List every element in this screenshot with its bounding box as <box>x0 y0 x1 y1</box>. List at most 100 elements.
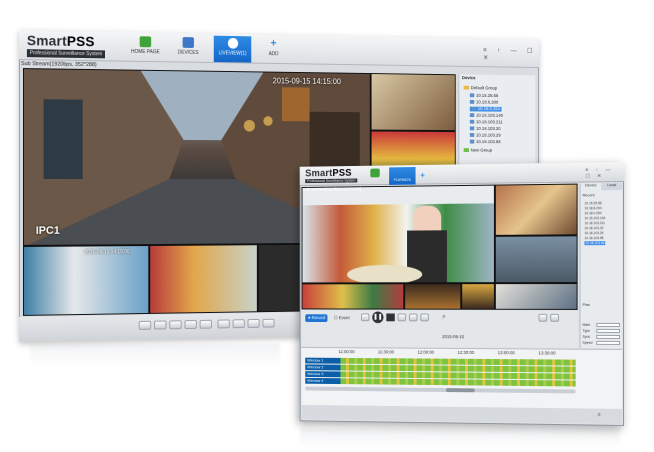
tab-label: ADD <box>268 51 279 58</box>
tree-node[interactable]: 10.18.0.254 <box>584 211 601 215</box>
window-controls[interactable]: ≡ ↑ — ☐ ✕ <box>483 46 539 62</box>
tab-playback[interactable]: PLAYBACK <box>389 167 416 185</box>
tree-node[interactable]: 10.18.103.98 <box>584 236 603 240</box>
video-pane-shelves[interactable] <box>301 283 405 310</box>
tab-device[interactable]: Device <box>581 183 602 190</box>
timeline-row-label: Window 3 <box>307 371 324 377</box>
timeline-row-label: Window 4 <box>307 377 324 383</box>
snapshot-button[interactable] <box>232 319 245 329</box>
type-select[interactable] <box>596 328 621 333</box>
zoom-out-button[interactable] <box>550 313 559 322</box>
device-node[interactable]: 10.18.103.98 <box>469 139 501 145</box>
timeline-date: 2015-09-15 <box>442 334 465 340</box>
layout-custom-button[interactable] <box>199 319 212 329</box>
event-button[interactable]: ☐ Event <box>331 314 352 322</box>
record-button[interactable]: ● Record <box>305 314 328 323</box>
video-pane-restaurant[interactable] <box>404 283 462 310</box>
rewind-button[interactable] <box>360 313 370 322</box>
timeline-row[interactable]: Window 4 <box>305 377 576 387</box>
scrollbar-thumb[interactable] <box>445 388 475 393</box>
video-pane-night[interactable] <box>461 283 495 310</box>
timeline-row-label: Window 2 <box>307 364 324 370</box>
event-button-label: Event <box>338 315 350 321</box>
device-node[interactable]: 10.18.8.200 <box>469 99 499 106</box>
playback-side-panel: Device Local Record 10.15.25.56 10.18.8.… <box>579 183 623 348</box>
device-node-label: 10.18.8.200 <box>476 100 499 106</box>
video-pane-street[interactable] <box>494 235 578 284</box>
recording-bar[interactable] <box>340 378 576 387</box>
layout-9-button[interactable] <box>169 320 182 330</box>
window-controls[interactable]: ≡ ↑ — ☐ ✕ <box>585 167 624 179</box>
new-group-item[interactable]: New Group <box>463 148 492 153</box>
tab-local[interactable]: Local <box>601 183 623 191</box>
device-node[interactable]: 10.15.103.140 <box>469 113 503 118</box>
tab-label: HOME PAGE <box>131 48 160 56</box>
tab-home-page[interactable]: HOME PAGE <box>126 34 164 61</box>
layout-16-button[interactable] <box>184 320 197 330</box>
tree-node[interactable]: 10.18.8.200 <box>584 206 601 210</box>
play-pause-button[interactable]: ❚❚ <box>372 311 384 324</box>
app-logo-subtitle-small: Professional Surveillance System <box>305 178 358 184</box>
device-node-label: 10.18.103.211 <box>476 120 503 126</box>
timeline-time-label: 12:00:00 <box>417 349 435 355</box>
video-pane-cafe[interactable] <box>370 73 456 132</box>
search-icon[interactable]: ⌕ <box>597 412 601 420</box>
layout-1-button[interactable] <box>138 320 152 330</box>
tree-node[interactable]: 10.18.103.211 <box>584 221 605 225</box>
timeline-time-label: 11:00:00 <box>338 349 355 355</box>
frame-forward-button[interactable] <box>397 313 407 322</box>
tree-node[interactable]: 10.18.103.20 <box>584 226 603 230</box>
plus-icon[interactable]: + <box>420 171 424 180</box>
device-node-label: 10.15.25.56 <box>476 93 499 99</box>
device-node[interactable]: 10.18.103.29 <box>469 133 501 139</box>
device-group-root[interactable]: Default Group <box>463 85 497 92</box>
timeline-time-label: 11:30:00 <box>377 349 395 355</box>
video-pane-shop[interactable] <box>149 244 258 314</box>
camera-node-icon <box>469 119 475 124</box>
video-pane-grocery[interactable] <box>301 184 495 284</box>
device-node-label: 10.18.103.29 <box>476 133 501 139</box>
option-mark: Mark <box>582 322 591 327</box>
tree-node[interactable]: 10.18.103.29 <box>584 231 603 235</box>
slow-button[interactable] <box>408 313 418 322</box>
tree-node[interactable]: 10.15.25.56 <box>584 201 601 205</box>
option-speed: Speed <box>582 340 593 345</box>
tab-devices[interactable]: DEVICES <box>169 35 207 62</box>
grocery-scene <box>302 185 495 284</box>
device-node[interactable]: 10.15.25.56 <box>469 93 499 99</box>
stop-button[interactable] <box>386 313 395 322</box>
fullscreen-button[interactable] <box>217 319 230 329</box>
option-sync: Sync <box>582 334 591 339</box>
device-tree-header: Device <box>461 76 476 82</box>
tree-node-selected[interactable]: 10.18.103.46 <box>584 241 606 246</box>
tab-liveview[interactable]: LIVEVIEW(1) <box>213 35 252 63</box>
camera-node-icon <box>469 99 475 104</box>
tree-node[interactable]: 10.15.103.140 <box>584 216 605 220</box>
tab-add[interactable]: + ADD <box>255 36 292 63</box>
device-node[interactable]: 10.18.103.20 <box>469 126 501 132</box>
record-toggle-button[interactable] <box>247 318 260 328</box>
video-pane-bakery[interactable] <box>494 183 578 236</box>
timeline-time-label: 12:30:00 <box>457 349 475 355</box>
close-all-button[interactable] <box>262 318 275 328</box>
app-logo: SmartPSS <box>26 32 95 50</box>
device-node[interactable]: 10.18.103.211 <box>469 119 503 126</box>
video-pane-crowd[interactable] <box>494 283 578 310</box>
camera-node-icon <box>469 133 475 137</box>
timeline-scrollbar[interactable] <box>305 386 576 394</box>
zoom-in-button[interactable] <box>538 313 548 322</box>
speed-select[interactable] <box>596 340 621 345</box>
window-reflection-front <box>300 428 620 448</box>
camera-node-icon <box>469 113 475 118</box>
fast-button[interactable] <box>420 313 429 322</box>
app-logo-subtitle: Professional Surveillance System <box>26 49 106 59</box>
device-node-label: 10.18.0.254 <box>477 106 501 112</box>
device-group-label: Default Group <box>470 86 497 92</box>
device-node-selected[interactable]: 10.18.0.254 <box>469 106 502 112</box>
layout-4-button[interactable] <box>154 320 167 330</box>
search-icon[interactable]: ⌕ <box>442 314 446 322</box>
sync-select[interactable] <box>596 334 621 339</box>
mark-field[interactable] <box>596 322 621 327</box>
home-icon[interactable] <box>370 168 380 178</box>
video-pane-store[interactable]: 2015-09-15 14:15:00 <box>22 245 150 316</box>
